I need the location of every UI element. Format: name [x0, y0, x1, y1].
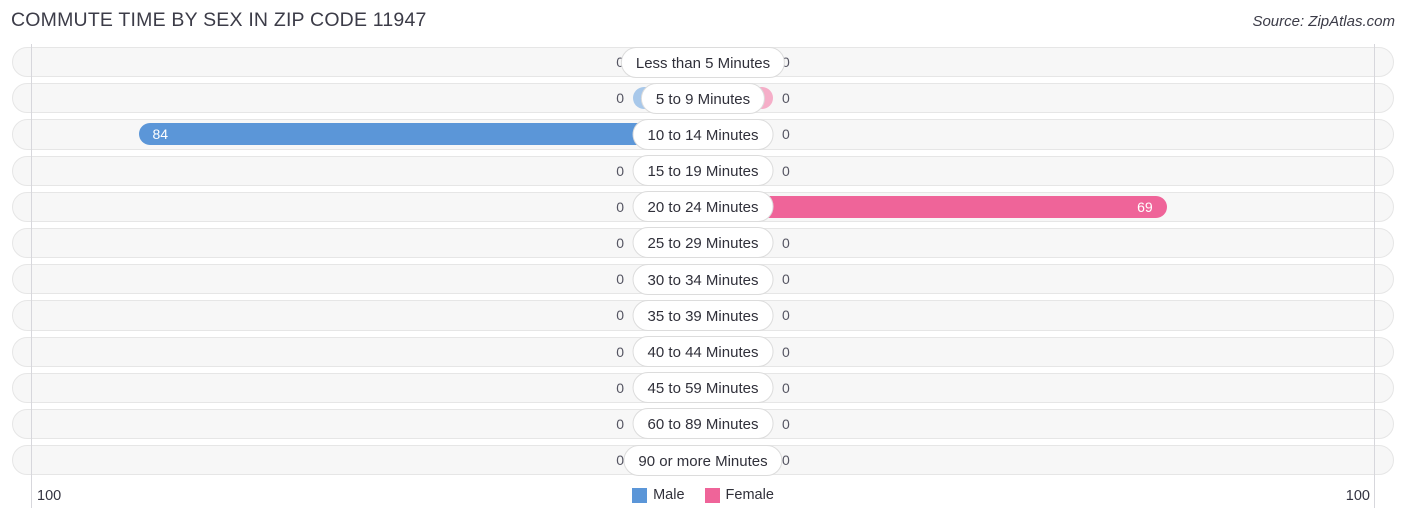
bar-value-male: 0 — [616, 162, 624, 179]
bar-value-male: 0 — [616, 415, 624, 432]
legend-swatch-male-icon — [632, 487, 648, 503]
bar-value-female: 0 — [782, 415, 790, 432]
legend-label-male: Male — [653, 487, 685, 503]
bar-value-male: 0 — [616, 379, 624, 396]
axis-line-right — [1374, 44, 1375, 478]
bar-value-male: 0 — [616, 198, 624, 215]
bar-row: 0 0 25 to 29 Minutes — [0, 225, 1406, 261]
bar-row: 84 0 10 to 14 Minutes — [0, 116, 1406, 152]
bar-value-female: 0 — [782, 90, 790, 107]
bar-row: 00Less than 5 Minutes — [0, 44, 1406, 80]
plot-area: 00Less than 5 Minutes005 to 9 Minutes840… — [0, 44, 1406, 478]
source-attribution: Source: ZipAtlas.com — [1252, 13, 1395, 30]
category-label: 35 to 39 Minutes — [632, 299, 774, 331]
legend-label-female: Female — [725, 487, 774, 503]
category-label: 40 to 44 Minutes — [632, 336, 774, 367]
bar-row: 0 0 60 to 89 Minutes — [0, 406, 1406, 442]
bar-value-male: 0 — [616, 271, 624, 288]
category-label: 60 to 89 Minutes — [632, 408, 774, 440]
page-title: COMMUTE TIME BY SEX IN ZIP CODE 11947 — [11, 9, 427, 31]
bar-value-female: 0 — [782, 343, 790, 360]
bar-row: 0 0 35 to 39 Minutes — [0, 297, 1406, 333]
legend-swatch-female-icon — [704, 487, 720, 503]
bar-value-female: 69 — [1137, 198, 1153, 215]
bar-value-female: 0 — [782, 234, 790, 251]
category-label: 90 or more Minutes — [623, 444, 783, 476]
bar-value-female: 0 — [782, 452, 790, 469]
bar-value-male: 0 — [616, 90, 624, 107]
bar-value-female: 0 — [782, 126, 790, 143]
legend-item-male[interactable]: Male — [632, 487, 685, 503]
bar-value-female: 0 — [782, 307, 790, 324]
bar-rows: 00Less than 5 Minutes005 to 9 Minutes840… — [0, 44, 1406, 478]
bar-male[interactable] — [138, 123, 703, 146]
legend-item-female[interactable]: Female — [704, 487, 774, 503]
bar-row: 0 0 40 to 44 Minutes — [0, 334, 1406, 370]
axis-line-left — [31, 44, 32, 478]
category-label: 15 to 19 Minutes — [632, 155, 774, 187]
category-label: 10 to 14 Minutes — [632, 118, 774, 150]
bar-value-male: 0 — [616, 234, 624, 251]
bar-row: 0 69 20 to 24 Minutes — [0, 189, 1406, 225]
category-label: Less than 5 Minutes — [620, 46, 786, 78]
bar-row: 0 0 45 to 59 Minutes — [0, 370, 1406, 406]
bar-value-male: 0 — [616, 307, 624, 324]
category-label: 45 to 59 Minutes — [632, 372, 774, 404]
chart-footer: 100 100 Male Female — [0, 478, 1406, 522]
chart-page: COMMUTE TIME BY SEX IN ZIP CODE 11947 So… — [0, 0, 1406, 522]
category-label: 20 to 24 Minutes — [632, 191, 774, 223]
bar-value-female: 0 — [782, 379, 790, 396]
chart-header: COMMUTE TIME BY SEX IN ZIP CODE 11947 So… — [0, 0, 1406, 42]
bar-row: 0 0 15 to 19 Minutes — [0, 153, 1406, 189]
bar-value-male: 84 — [152, 126, 169, 143]
bar-value-female: 0 — [782, 271, 790, 288]
category-label: 5 to 9 Minutes — [640, 82, 766, 114]
bar-value-female: 0 — [782, 162, 790, 179]
legend: Male Female — [0, 487, 1406, 503]
category-label: 25 to 29 Minutes — [632, 227, 774, 259]
bar-row: 0 0 90 or more Minutes — [0, 442, 1406, 478]
bar-value-male: 0 — [616, 343, 624, 360]
bar-row: 0 0 30 to 34 Minutes — [0, 261, 1406, 297]
category-label: 30 to 34 Minutes — [632, 263, 774, 295]
bar-row: 0 0 5 to 9 Minutes — [0, 80, 1406, 116]
